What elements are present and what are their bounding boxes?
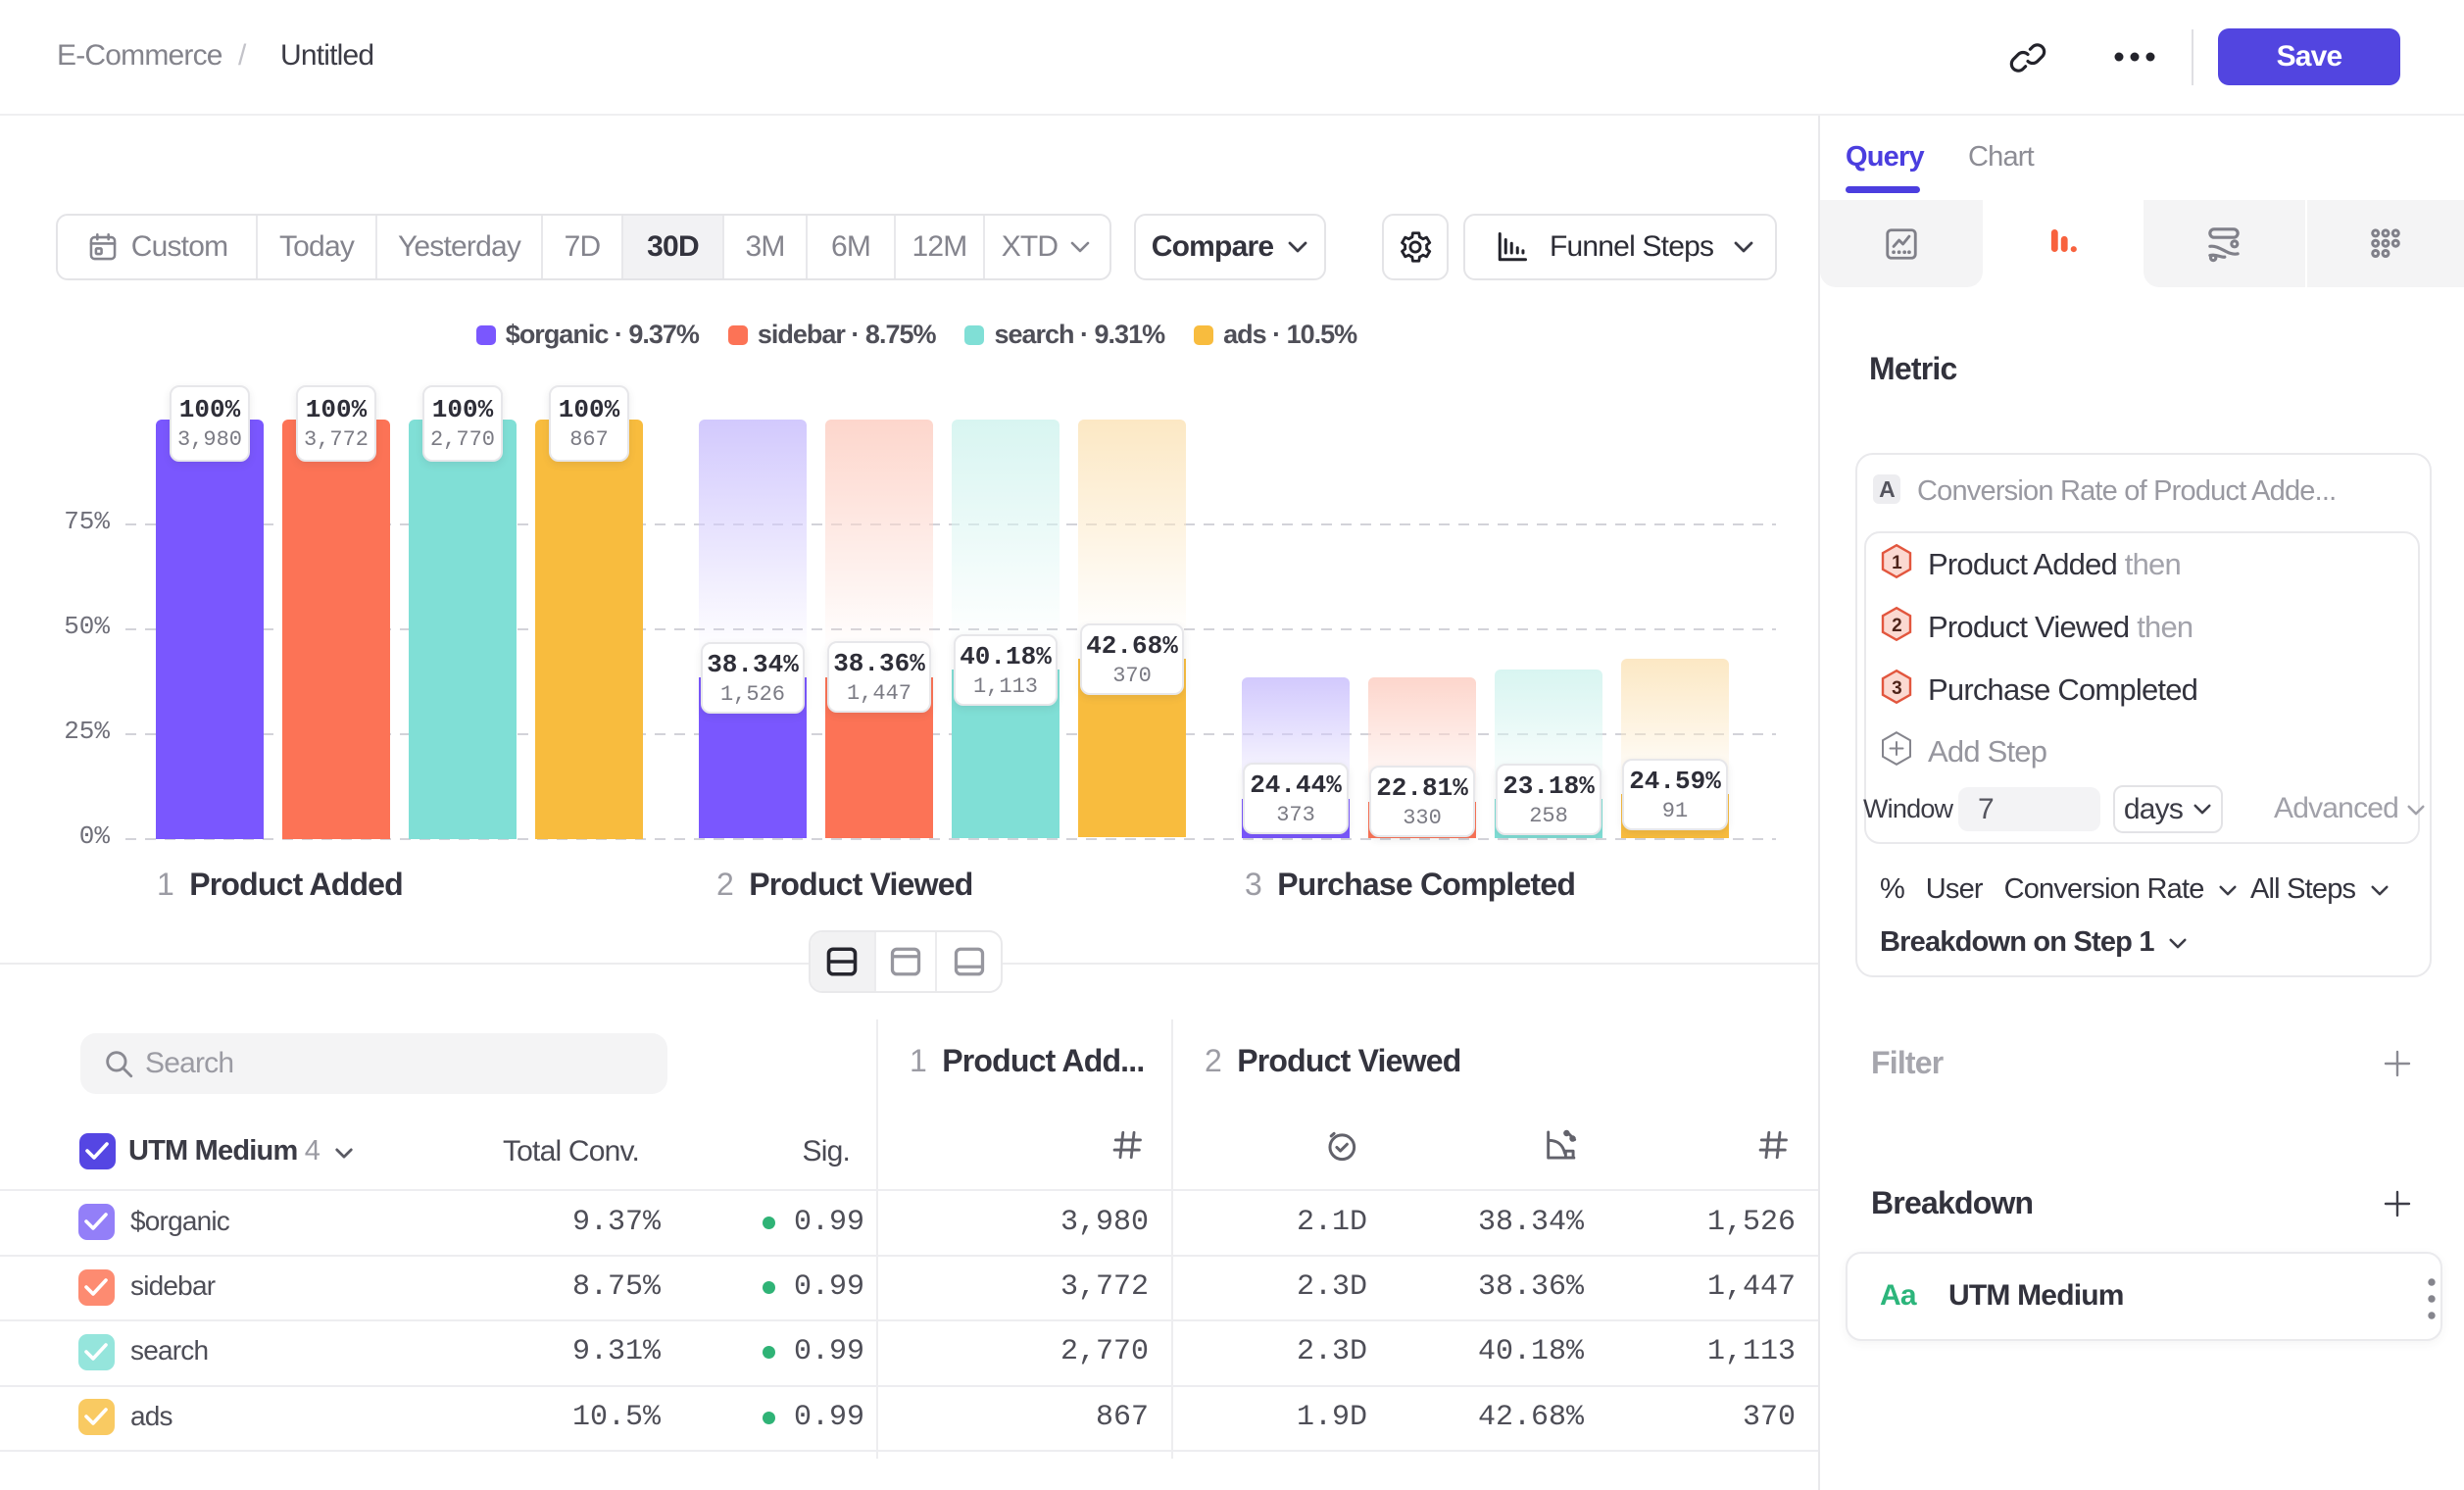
svg-text:2: 2 <box>1892 616 1901 636</box>
svg-text:1: 1 <box>1892 553 1902 573</box>
svg-text:3: 3 <box>1892 678 1901 699</box>
